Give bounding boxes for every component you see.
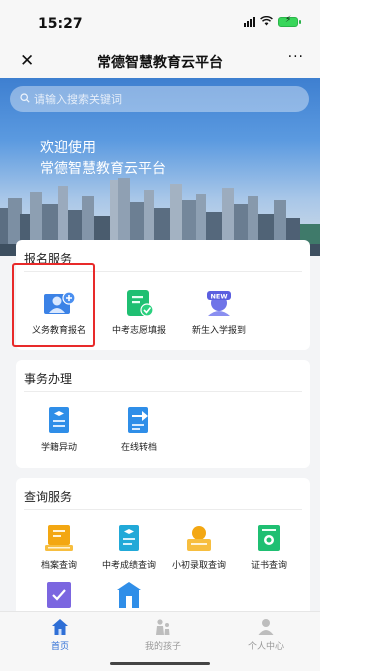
tab-label: 个人中心 [247, 642, 284, 652]
service-online-transfer[interactable]: 在线转档 [99, 405, 179, 453]
service-exam-score-query[interactable]: 中考成绩查询 [89, 523, 169, 571]
divider [24, 391, 302, 392]
more-icon[interactable]: ··· [288, 49, 304, 65]
certificate-icon [258, 525, 280, 551]
wifi-icon [260, 15, 273, 28]
search-icon [20, 92, 30, 106]
divider [24, 509, 302, 510]
home-indicator [110, 662, 210, 665]
service-label: 学籍异动 [40, 443, 77, 453]
service-school[interactable] [89, 580, 169, 610]
archive-icon [45, 525, 73, 551]
svg-text:NEW: NEW [210, 292, 227, 300]
school-icon [117, 582, 141, 608]
section-title-affairs: 事务办理 [24, 372, 73, 386]
tab-home[interactable]: 首页 [20, 618, 100, 652]
affairs-card: 事务办理 学籍异动 在线转档 [16, 360, 310, 468]
status-icons: ⚡ [244, 15, 301, 28]
nav-bar: ✕ 常德智慧教育云平台 ··· [0, 44, 320, 78]
new-student-icon: NEW [207, 291, 231, 316]
tab-personal-center[interactable]: 个人中心 [226, 618, 306, 652]
welcome-line-1: 欢迎使用 [40, 140, 96, 156]
section-title-query: 查询服务 [24, 490, 73, 504]
service-label: 证书查询 [250, 561, 287, 571]
transfer-file-icon [128, 407, 148, 433]
home-icon [52, 619, 68, 635]
query-services-card: 查询服务 档案查询 中考成绩查询 小初录取查询 证书查询 [16, 478, 310, 628]
exam-score-icon [119, 525, 139, 551]
tab-my-children[interactable]: 我的孩子 [123, 618, 203, 652]
admission-icon [187, 526, 211, 551]
battery-icon: ⚡ [278, 15, 301, 27]
service-new-student-checkin[interactable]: NEW 新生入学报到 [179, 288, 259, 336]
banner: 请输入搜索关键词 欢迎使用 常德智慧教育云平台 [0, 78, 320, 256]
page-title: 常德智慧教育云平台 [97, 55, 223, 71]
service-enrollment-change[interactable]: 学籍异动 [19, 405, 99, 453]
status-bar: 15:27 ⚡ [0, 0, 320, 44]
service-label: 档案查询 [40, 561, 77, 571]
children-icon [156, 619, 170, 635]
service-label: 中考志愿填报 [111, 326, 166, 336]
service-certificate-query[interactable]: 证书查询 [229, 523, 309, 571]
tab-label: 我的孩子 [144, 642, 181, 652]
search-placeholder: 请输入搜索关键词 [34, 93, 122, 106]
student-record-icon [49, 407, 69, 433]
person-icon [258, 619, 274, 635]
tab-label: 首页 [50, 642, 69, 652]
search-input[interactable]: 请输入搜索关键词 [10, 86, 309, 112]
checklist-icon [47, 582, 71, 608]
phone-screen: 15:27 ⚡ ✕ 常德智慧教育云平台 ··· 请输入搜索关键词 欢迎使用 常德… [0, 0, 320, 671]
service-label: 新生入学报到 [191, 326, 246, 336]
service-high-school-application[interactable]: 中考志愿填报 [99, 288, 179, 336]
service-admission-query[interactable]: 小初录取查询 [159, 523, 239, 571]
signal-icon [244, 17, 255, 27]
service-label: 小初录取查询 [171, 561, 226, 571]
service-label: 中考成绩查询 [101, 561, 156, 571]
service-archive-query[interactable]: 档案查询 [19, 523, 99, 571]
status-time: 15:27 [38, 16, 83, 32]
service-checklist[interactable] [19, 580, 99, 610]
list-check-icon [127, 290, 154, 317]
service-label: 在线转档 [120, 443, 157, 453]
highlight-box [12, 263, 95, 347]
